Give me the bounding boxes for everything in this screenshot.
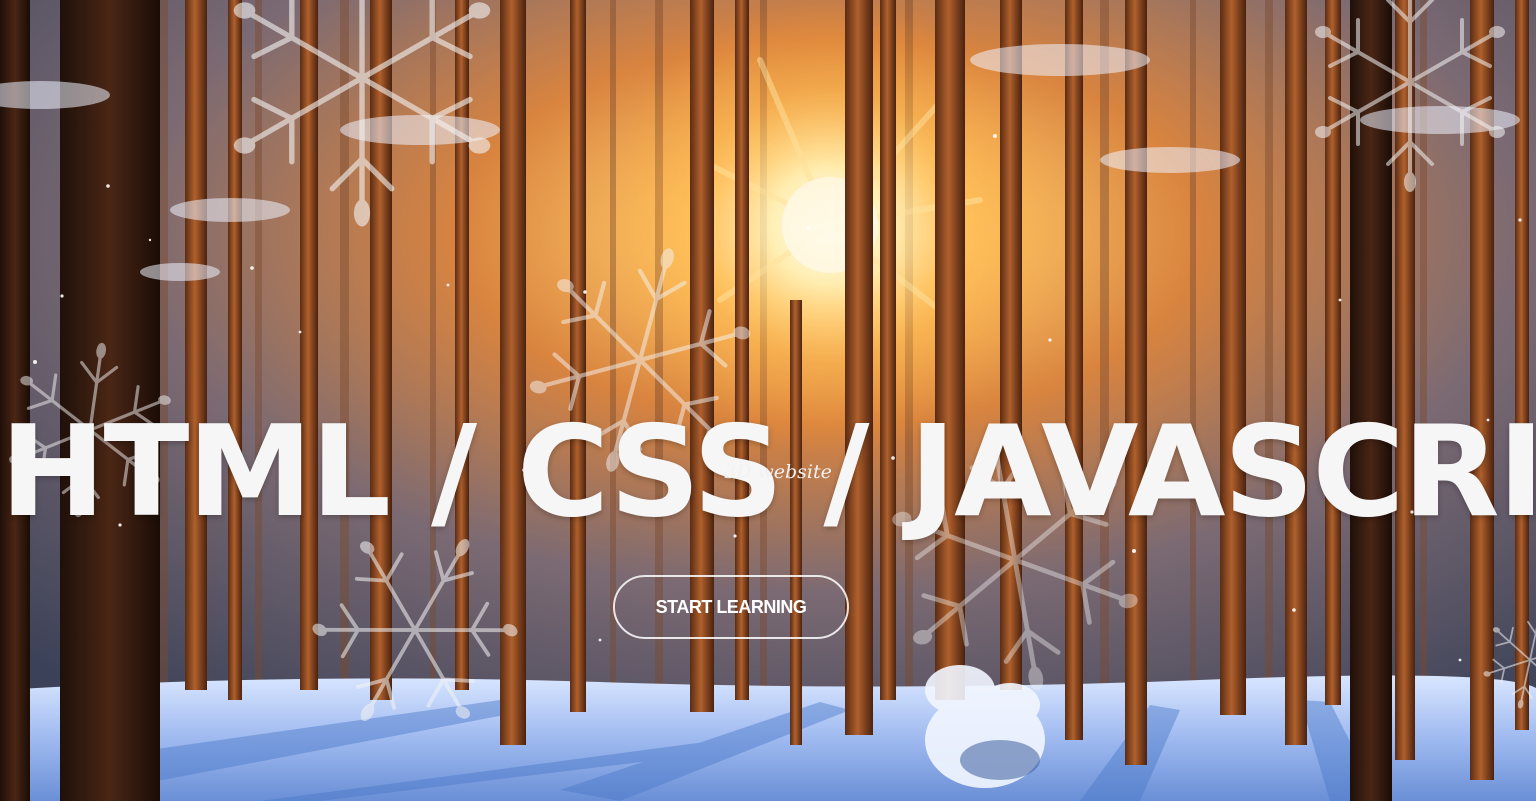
hero-section: HTML / CSS / JAVASCRIPT 3D website START… (0, 0, 1536, 801)
page-subtitle: 3D website (724, 461, 832, 483)
start-learning-button[interactable]: START LEARNING (613, 575, 849, 639)
